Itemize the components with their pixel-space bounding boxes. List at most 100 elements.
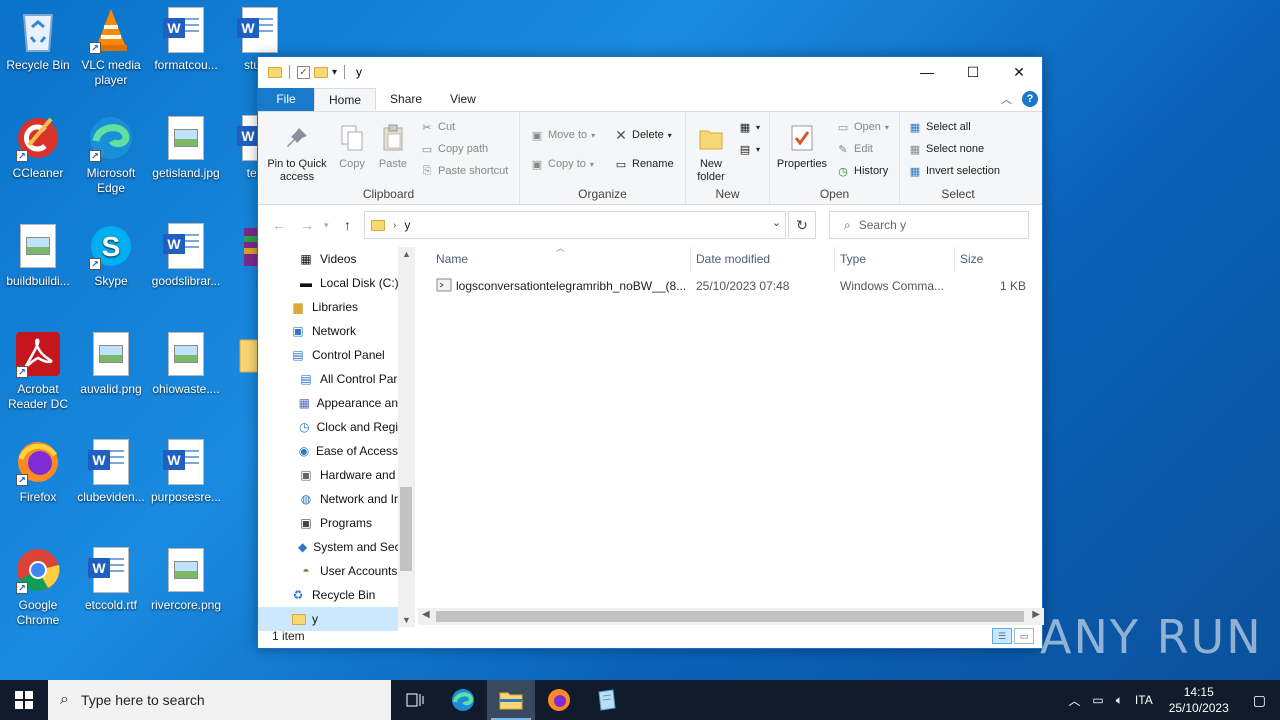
desktop-icon-purposesre[interactable]: W purposesre... [148,432,224,505]
tab-home[interactable]: Home [314,88,377,111]
desktop-icon-firefox[interactable]: ↗ Firefox [0,432,76,505]
tab-file[interactable]: File [258,88,314,111]
invert-selection-button[interactable]: ▦ Invert selection [908,164,1000,178]
chevron-down-icon[interactable]: ⌄ [772,216,781,229]
column-header-name[interactable]: Name [432,247,688,271]
taskbar-firefox[interactable] [535,680,583,720]
copy-to-button[interactable]: ▣ Copy to ▾ [530,157,594,171]
desktop-icon-vlc[interactable]: ↗ VLC media player [73,0,149,88]
edit-button[interactable]: ✎ Edit [836,142,873,156]
collapse-ribbon-icon[interactable]: ︿ [1001,91,1012,107]
search-input[interactable]: ⌕ Search y [829,211,1029,239]
start-button[interactable] [0,680,48,720]
history-button[interactable]: ◷ History [836,164,888,178]
desktop-icon-ohiowaste[interactable]: ohiowaste.... [148,324,224,397]
nav-item-recycle-bin[interactable]: ♻ Recycle Bin [290,583,376,607]
copy-path-button[interactable]: ▭ Copy path [420,142,488,156]
paste-button[interactable]: Paste [376,122,410,171]
desktop-icon-edge[interactable]: ↗ Microsoft Edge [73,108,149,196]
network-icon[interactable]: ▭ [1086,693,1109,707]
up-arrow-icon[interactable]: ↑ [344,217,351,233]
desktop-icon-rivercore[interactable]: rivercore.png [148,540,224,613]
tab-view[interactable]: View [436,88,490,111]
tab-share[interactable]: Share [376,88,436,111]
taskbar-app-notepad[interactable] [583,680,631,720]
horizontal-scrollbar[interactable]: ◀ ▶ [418,608,1044,625]
scrollbar-thumb[interactable] [436,611,1024,622]
taskbar-edge[interactable] [439,680,487,720]
move-to-button[interactable]: ▣ Move to ▾ [530,128,595,142]
desktop-icon-formatcou[interactable]: W formatcou... [148,0,224,73]
nav-item-hardware[interactable]: ▣ Hardware and [298,463,398,487]
paste-shortcut-button[interactable]: ⎘ Paste shortcut [420,164,509,178]
desktop-icon-goodslibrar[interactable]: W goodslibrar... [148,216,224,289]
help-icon[interactable]: ? [1022,91,1038,107]
scroll-left-icon[interactable]: ◀ [422,609,430,620]
recent-locations-icon[interactable]: ▾ [324,220,329,231]
cut-button[interactable]: ✂ Cut [420,120,455,134]
nav-item-user-accounts[interactable]: ◓ User Accounts [298,559,398,583]
nav-item-libraries[interactable]: ▆ Libraries [290,295,358,319]
scrollbar-thumb[interactable] [400,487,412,571]
select-all-button[interactable]: ▦ Select all [908,120,971,134]
desktop-icon-clubeviden[interactable]: W clubeviden... [73,432,149,505]
desktop-icon-getisland[interactable]: getisland.jpg [148,108,224,181]
new-item-button[interactable]: ▦ ▾ [738,120,760,134]
nav-item-control-panel[interactable]: ▤ Control Panel [290,343,384,367]
desktop-icon-auvalid[interactable]: auvalid.png [73,324,149,397]
nav-item-videos[interactable]: ▦ Videos [298,247,356,271]
column-header-size[interactable]: Size [956,247,1028,271]
select-none-button[interactable]: ▦ Select none [908,142,984,156]
pin-quick-access-button[interactable]: Pin to Quick access [264,122,330,184]
large-icons-view-button[interactable]: ▭ [1014,628,1034,644]
copy-button[interactable]: Copy [336,122,368,171]
nav-item-network-internet[interactable]: ◍ Network and Ir [298,487,398,511]
desktop-icon-acrobat[interactable]: ↗ Acrobat Reader DC [0,324,76,412]
nav-scrollbar[interactable]: ▲ ▼ [398,247,415,627]
column-header-date[interactable]: Date modified [692,247,832,271]
details-view-button[interactable]: ☰ [992,628,1012,644]
language-indicator[interactable]: ITA [1129,693,1159,707]
desktop-icon-chrome[interactable]: ↗ Google Chrome [0,540,76,628]
scroll-right-icon[interactable]: ▶ [1032,609,1040,620]
scroll-up-icon[interactable]: ▲ [398,249,415,259]
nav-item-network[interactable]: ▣ Network [290,319,356,343]
nav-item-system-security[interactable]: ◆ System and Sec [298,535,398,559]
new-folder-quick-icon[interactable] [314,66,328,78]
nav-item-clock[interactable]: ◷ Clock and Regi [298,415,398,439]
notifications-icon[interactable]: ▢ [1239,692,1280,709]
taskbar-search-input[interactable]: ⌕ Type here to search [48,680,391,720]
address-bar[interactable]: › y ⌄ [364,211,786,239]
rename-button[interactable]: ▭ Rename [614,157,674,171]
desktop-icon-recycle-bin[interactable]: Recycle Bin [0,0,76,73]
easy-access-button[interactable]: ▤ ▾ [738,142,760,156]
desktop-icon-buildbuildi[interactable]: buildbuildi... [0,216,76,289]
properties-button[interactable]: Properties [774,122,830,171]
nav-item-all-control-panel[interactable]: ▤ All Control Par [298,367,398,391]
chevron-up-icon[interactable]: ︿ [1062,692,1086,709]
customize-toolbar-icon[interactable]: ▾ [332,67,337,78]
nav-item-ease-of-access[interactable]: ◉ Ease of Access [298,439,398,463]
close-button[interactable]: ✕ [996,57,1042,87]
desktop-icon-ccleaner[interactable]: ↗ CCleaner [0,108,76,181]
desktop-icon-etccold[interactable]: W etccold.rtf [73,540,149,613]
desktop-icon-skype[interactable]: S ↗ Skype [73,216,149,289]
nav-item-appearance[interactable]: ▦ Appearance an [298,391,398,415]
minimize-button[interactable]: — [904,57,950,87]
properties-quick-icon[interactable]: ✓ [297,65,310,79]
open-button[interactable]: ▭ Open ▾ [836,120,889,134]
nav-item-programs[interactable]: ▣ Programs [298,511,398,535]
nav-item-local-disk[interactable]: ▬ Local Disk (C:) [298,271,399,295]
delete-button[interactable]: ✕ Delete ▾ [614,127,672,143]
taskbar-file-explorer[interactable] [487,680,535,720]
table-row[interactable]: logsconversationtelegramribh_noBW__(8...… [432,275,1028,297]
new-folder-button[interactable]: New folder [690,122,732,184]
forward-arrow-icon[interactable]: → [300,217,314,233]
clock[interactable]: 14:15 25/10/2023 [1159,684,1239,716]
maximize-button[interactable]: ☐ [950,57,996,87]
column-header-type[interactable]: Type [836,247,952,271]
task-view-button[interactable] [391,680,439,720]
refresh-button[interactable]: ↻ [788,211,816,239]
volume-icon[interactable]: 🔈︎ [1110,693,1129,708]
back-arrow-icon[interactable]: ← [272,217,286,233]
